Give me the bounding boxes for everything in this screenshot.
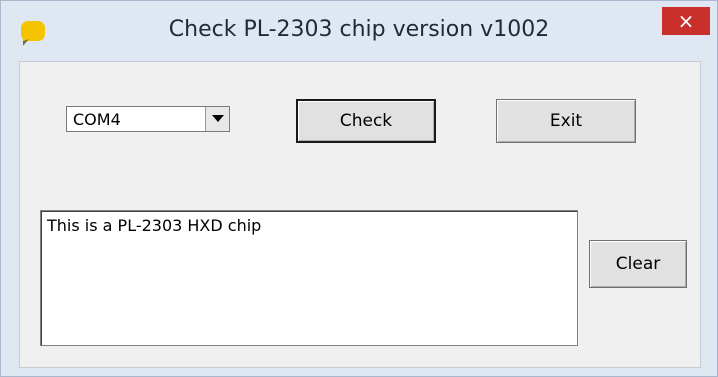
title-bar[interactable]: Check PL-2303 chip version v1002 × — [1, 1, 717, 61]
client-area: COM4 Check Exit This is a PL-2303 HXD ch… — [19, 61, 701, 368]
app-window: Check PL-2303 chip version v1002 × COM4 … — [0, 0, 718, 377]
exit-button[interactable]: Exit — [496, 99, 636, 143]
output-text: This is a PL-2303 HXD chip — [47, 216, 262, 235]
close-button[interactable]: × — [662, 7, 710, 35]
check-button[interactable]: Check — [296, 99, 436, 143]
clear-button[interactable]: Clear — [589, 240, 687, 288]
output-textbox[interactable]: This is a PL-2303 HXD chip — [40, 210, 578, 346]
dropdown-button[interactable] — [205, 107, 229, 131]
window-title: Check PL-2303 chip version v1002 — [168, 17, 550, 42]
port-select[interactable]: COM4 — [66, 106, 230, 132]
port-select-value: COM4 — [73, 110, 121, 129]
